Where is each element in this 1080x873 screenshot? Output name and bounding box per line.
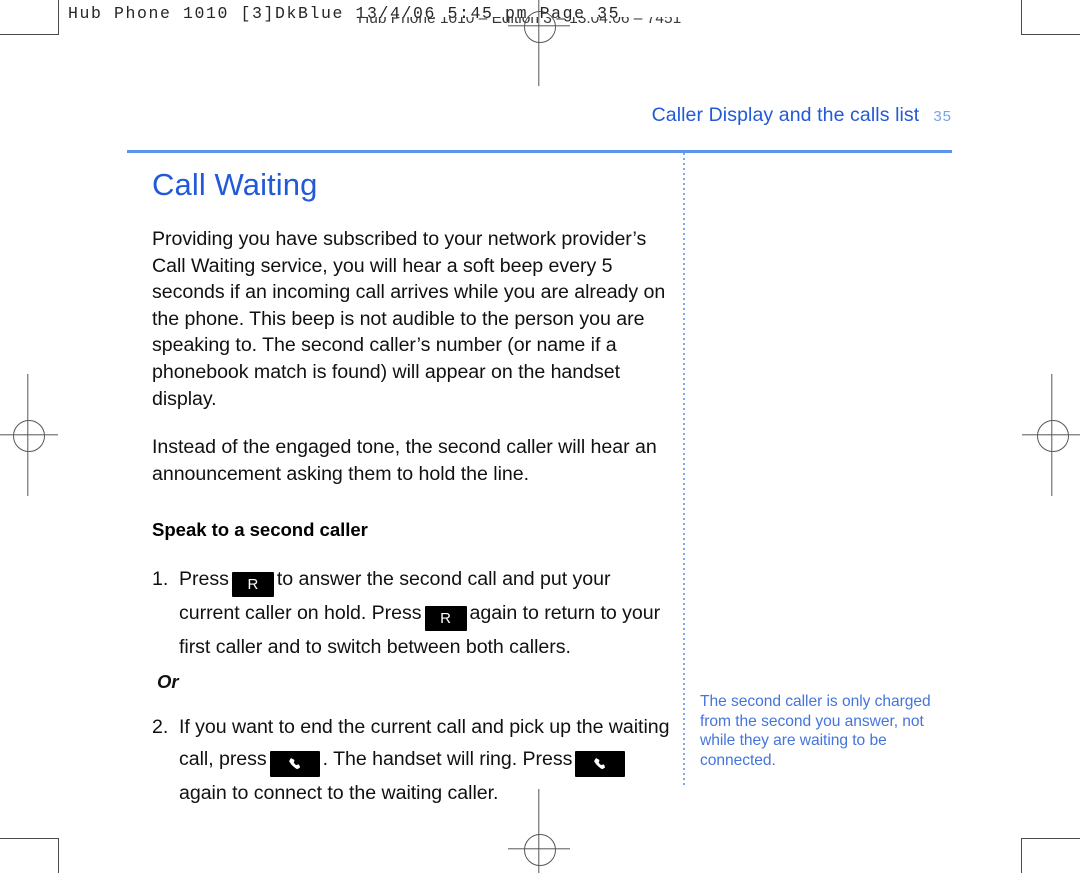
key-r-icon: R xyxy=(231,572,274,598)
phone-handset-icon xyxy=(575,751,626,778)
step-number: 2. xyxy=(152,716,169,739)
step-text-part: again to connect to the waiting caller. xyxy=(179,782,499,805)
key-r-icon: R xyxy=(424,606,467,632)
list-item: 1. Press Rto answer the second call and pu… xyxy=(152,563,672,663)
crop-mark-top-left xyxy=(0,0,59,35)
body-paragraph: Instead of the engaged tone, the second … xyxy=(152,436,657,485)
list-item: 2. If you want to end the current call an… xyxy=(152,711,672,809)
registration-ring xyxy=(1037,420,1069,452)
main-text-column: Call Waiting Providing you have subscrib… xyxy=(152,167,672,815)
header-rule xyxy=(127,150,952,153)
crop-mark-bottom-right xyxy=(1021,838,1080,873)
step-list: 1. Press Rto answer the second call and pu… xyxy=(152,563,672,663)
step-list: 2. If you want to end the current call an… xyxy=(152,711,672,809)
crop-mark-bottom-left xyxy=(0,838,59,873)
body-paragraph: Providing you have subscribed to your ne… xyxy=(152,228,666,410)
step-text-part: . The handset will ring. Press xyxy=(322,748,573,771)
column-divider xyxy=(683,153,685,788)
registration-target-right xyxy=(1022,374,1080,496)
side-note: The second caller is only charged from t… xyxy=(700,693,931,769)
edition-imprint-line: Hub Phone 1010 – Edition 3 – 13.04.06 – … xyxy=(358,17,681,39)
crop-mark-top-right xyxy=(1021,0,1080,35)
step-text-part: Press xyxy=(179,568,229,591)
page-number: 35 xyxy=(933,108,952,125)
running-head: Caller Display and the calls list 35 xyxy=(127,104,952,127)
registration-target-left xyxy=(0,374,58,496)
step-number: 1. xyxy=(152,568,169,591)
edition-imprint-text: Hub Phone 1010 – Edition 3 – 13.04.06 – … xyxy=(358,17,682,27)
registration-ring xyxy=(524,834,556,866)
sub-heading: Speak to a second caller xyxy=(152,519,368,541)
phone-handset-icon xyxy=(269,751,320,778)
registration-ring xyxy=(13,420,45,452)
printed-page: Hub Phone 1010 [3]DkBlue 13/4/06 5:45 pm… xyxy=(0,0,1080,873)
alternative-label: Or xyxy=(157,671,179,693)
running-head-title: Caller Display and the calls list xyxy=(651,104,920,126)
page-title: Call Waiting xyxy=(152,167,318,202)
